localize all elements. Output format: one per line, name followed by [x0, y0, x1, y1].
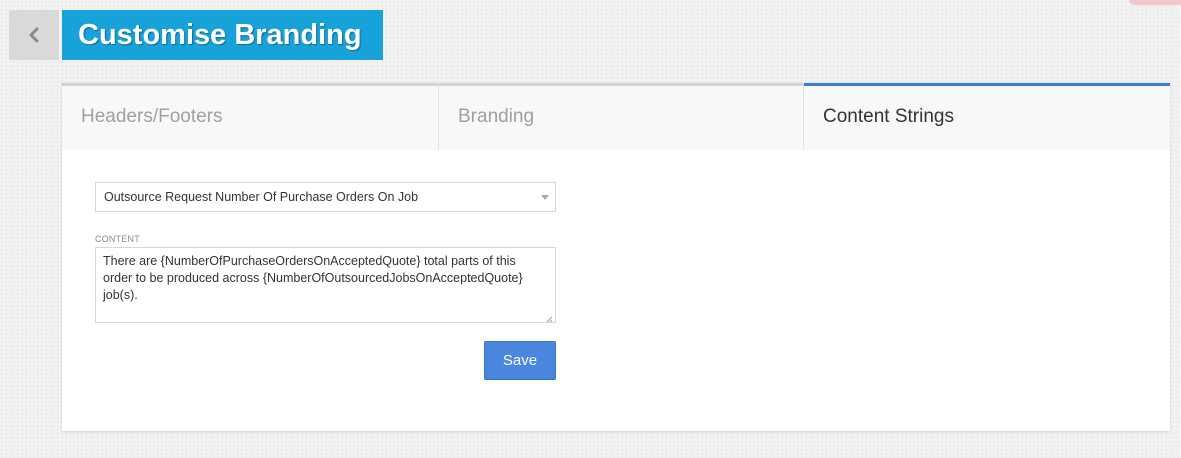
- corner-decoration: [1129, 0, 1181, 5]
- tab-headers-footers[interactable]: Headers/Footers: [62, 83, 439, 150]
- tab-content-strings[interactable]: Content Strings: [804, 83, 1170, 150]
- save-button[interactable]: Save: [484, 341, 556, 380]
- content-text: There are {NumberOfPurchaseOrdersOnAccep…: [103, 254, 523, 302]
- page-title: Customise Branding: [62, 10, 383, 60]
- back-button[interactable]: [9, 10, 59, 60]
- chevron-left-icon: [28, 27, 40, 43]
- content-string-select[interactable]: Outsource Request Number Of Purchase Ord…: [95, 182, 556, 212]
- resize-grip-icon[interactable]: [545, 312, 553, 322]
- branding-panel: Headers/Footers Branding Content Strings…: [62, 83, 1170, 431]
- tab-bar: Headers/Footers Branding Content Strings: [62, 83, 1170, 150]
- tab-branding[interactable]: Branding: [439, 83, 804, 150]
- select-value: Outsource Request Number Of Purchase Ord…: [104, 190, 419, 204]
- caret-down-icon: [541, 195, 549, 200]
- content-textarea[interactable]: There are {NumberOfPurchaseOrdersOnAccep…: [95, 247, 556, 323]
- content-strings-form: Outsource Request Number Of Purchase Ord…: [62, 150, 1170, 431]
- content-label: CONTENT: [95, 234, 140, 244]
